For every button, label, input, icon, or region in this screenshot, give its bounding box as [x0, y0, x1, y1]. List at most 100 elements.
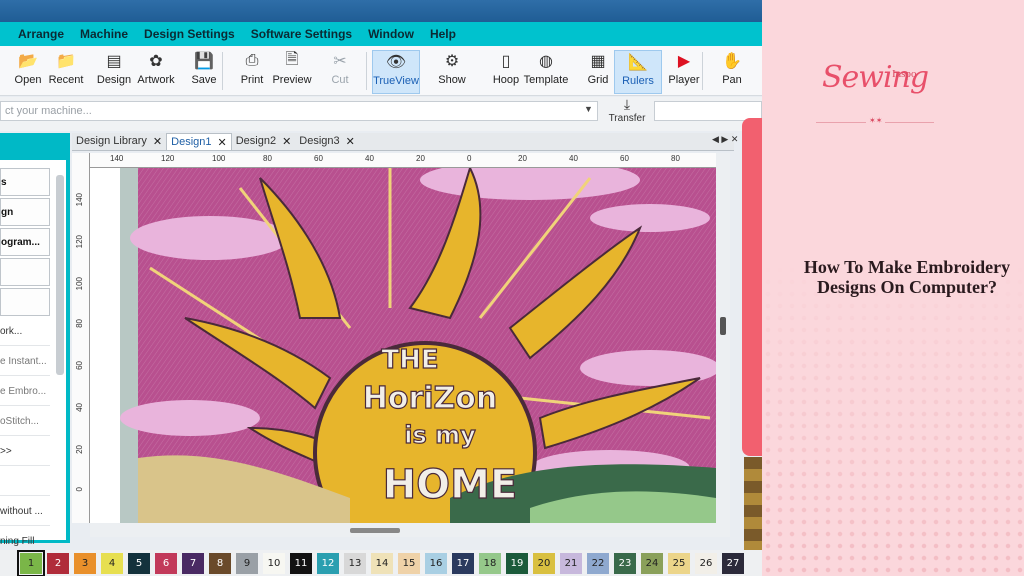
tab-label: Design2	[235, 135, 277, 147]
palette-swatch-27[interactable]: 27	[722, 553, 744, 574]
palette-swatch-12[interactable]: 12	[317, 553, 339, 574]
toolbar-design-button[interactable]: ▤ Design	[90, 50, 138, 94]
ruler-tick-label: 140	[75, 193, 84, 207]
toolbar-label: Recent	[48, 74, 84, 86]
menu-item-arrange[interactable]: Arrange	[18, 27, 64, 41]
palette-swatch-22[interactable]: 22	[587, 553, 609, 574]
ruler-icon: 📐	[628, 54, 648, 71]
palette-swatch-17[interactable]: 17	[452, 553, 474, 574]
transfer-button[interactable]: ⤓ Transfer	[604, 96, 650, 130]
left-panel-scrollbar[interactable]	[56, 175, 64, 375]
vertical-scrollbar[interactable]	[716, 153, 730, 523]
tab-design3[interactable]: Design3 ✕	[295, 133, 359, 150]
article-title: How To Make Embroidery Designs On Comput…	[803, 257, 1011, 297]
eye-icon: 👁	[385, 54, 407, 71]
toolbar-player-button[interactable]: ▶ Player	[660, 50, 708, 94]
close-icon[interactable]: ✕	[153, 135, 162, 148]
toolbar-show-button[interactable]: ⚙ Show	[428, 50, 476, 94]
palette-swatch-10[interactable]: 10	[263, 553, 285, 574]
left-panel-item[interactable]: oStitch...	[0, 408, 50, 436]
palette-swatch-18[interactable]: 18	[479, 553, 501, 574]
ruler-tick-label: 120	[75, 235, 84, 249]
design-text-line-4: HOME	[383, 462, 518, 508]
palette-swatch-26[interactable]: 26	[695, 553, 717, 574]
toolbar-trueview-button[interactable]: 👁 TrueView	[372, 50, 420, 94]
horizontal-ruler: 140 120 100 80 60 40 20 0 20 40 60 80	[90, 153, 716, 168]
ruler-tick-label: 60	[314, 154, 323, 163]
chevron-down-icon[interactable]: ▼	[584, 104, 593, 114]
left-panel-item[interactable]	[0, 258, 50, 286]
toolbar-preview-button[interactable]: 🗎 Preview	[268, 50, 316, 94]
ruler-tick-label: 100	[75, 277, 84, 291]
menu-item-help[interactable]: Help	[430, 27, 456, 41]
palette-swatch-13[interactable]: 13	[344, 553, 366, 574]
horizontal-scroll-thumb[interactable]	[350, 528, 400, 533]
toolbar-template-button[interactable]: ◍ Template	[522, 50, 570, 94]
ruler-tick-label: 40	[75, 403, 84, 412]
transfer-icon: ⤓	[623, 96, 631, 112]
palette-swatch-4[interactable]: 4	[101, 553, 123, 574]
left-panel-item[interactable]: e Embro...	[0, 378, 50, 406]
ruler-tick-label: 60	[75, 361, 84, 370]
left-panel-item[interactable]	[0, 288, 50, 316]
left-panel-item[interactable]: ogram...	[0, 228, 50, 256]
left-panel-item[interactable]: ork...	[0, 318, 50, 346]
left-panel-item[interactable]	[0, 468, 50, 496]
menu-item-machine[interactable]: Machine	[80, 27, 128, 41]
menu-item-software-settings[interactable]: Software Settings	[251, 27, 352, 41]
palette-swatch-9[interactable]: 9	[236, 553, 258, 574]
menu-item-design-settings[interactable]: Design Settings	[144, 27, 235, 41]
toolbar-label: Design	[96, 74, 132, 86]
palette-swatch-5[interactable]: 5	[128, 553, 150, 574]
tab-design2[interactable]: Design2 ✕	[232, 133, 296, 150]
toolbar-rulers-button[interactable]: 📐 Rulers	[614, 50, 662, 94]
palette-swatch-14[interactable]: 14	[371, 553, 393, 574]
palette-swatch-15[interactable]: 15	[398, 553, 420, 574]
tab-nav-arrows[interactable]: ◀ ▶ ✕	[712, 134, 738, 145]
design-canvas[interactable]: THE HoriZon is my HOME	[90, 168, 716, 523]
toolbar-label: Preview	[272, 74, 312, 86]
menu-item-window[interactable]: Window	[368, 27, 414, 41]
palette-swatch-21[interactable]: 21	[560, 553, 582, 574]
left-panel-item[interactable]: e Instant...	[0, 348, 50, 376]
toolbar-artwork-button[interactable]: ✿ Artwork	[132, 50, 180, 94]
palette-swatch-25[interactable]: 25	[668, 553, 690, 574]
close-icon[interactable]: ✕	[218, 136, 227, 149]
toolbar-separator	[222, 52, 223, 90]
palette-swatch-8[interactable]: 8	[209, 553, 231, 574]
palette-swatch-6[interactable]: 6	[155, 553, 177, 574]
palette-swatch-16[interactable]: 16	[425, 553, 447, 574]
ruler-tick-label: 20	[416, 154, 425, 163]
toolbar-label: Pan	[722, 74, 742, 86]
folder-icon: 📂	[18, 53, 38, 70]
embroidery-design: THE HoriZon is my HOME	[120, 168, 716, 523]
left-panel-item[interactable]: s	[0, 168, 50, 196]
close-icon[interactable]: ✕	[346, 135, 355, 148]
palette-swatch-24[interactable]: 24	[641, 553, 663, 574]
palette-swatch-19[interactable]: 19	[506, 553, 528, 574]
palette-swatch-23[interactable]: 23	[614, 553, 636, 574]
palette-swatch-7[interactable]: 7	[182, 553, 204, 574]
hoop-icon: ▯	[501, 53, 511, 70]
palette-swatch-2[interactable]: 2	[47, 553, 69, 574]
toolbar-cut-button[interactable]: ✂ Cut	[316, 50, 364, 94]
palette-swatch-3[interactable]: 3	[74, 553, 96, 574]
machine-select[interactable]: ct your machine...	[0, 101, 598, 121]
ruler-tick-label: 120	[161, 154, 175, 163]
left-panel-item[interactable]: gn	[0, 198, 50, 226]
palette-swatch-1[interactable]: 1	[17, 550, 45, 576]
tab-design1[interactable]: Design1 ✕	[166, 133, 232, 150]
palette-swatch-11[interactable]: 11	[290, 553, 312, 574]
tab-design-library[interactable]: Design Library ✕	[72, 133, 166, 150]
ruler-tick-label: 40	[365, 154, 374, 163]
toolbar-recent-button[interactable]: 📁 Recent	[42, 50, 90, 94]
left-panel-item[interactable]: without ...	[0, 498, 50, 526]
palette-swatch-20[interactable]: 20	[533, 553, 555, 574]
close-icon[interactable]: ✕	[282, 135, 291, 148]
toolbar-pan-button[interactable]: ✋ Pan	[708, 50, 756, 94]
toolbar-save-button[interactable]: 💾 Save	[180, 50, 228, 94]
left-panel-item[interactable]: >>	[0, 438, 50, 466]
ruler-tick-label: 60	[620, 154, 629, 163]
vertical-scroll-thumb[interactable]	[720, 317, 726, 335]
horizontal-scrollbar[interactable]	[90, 523, 730, 537]
